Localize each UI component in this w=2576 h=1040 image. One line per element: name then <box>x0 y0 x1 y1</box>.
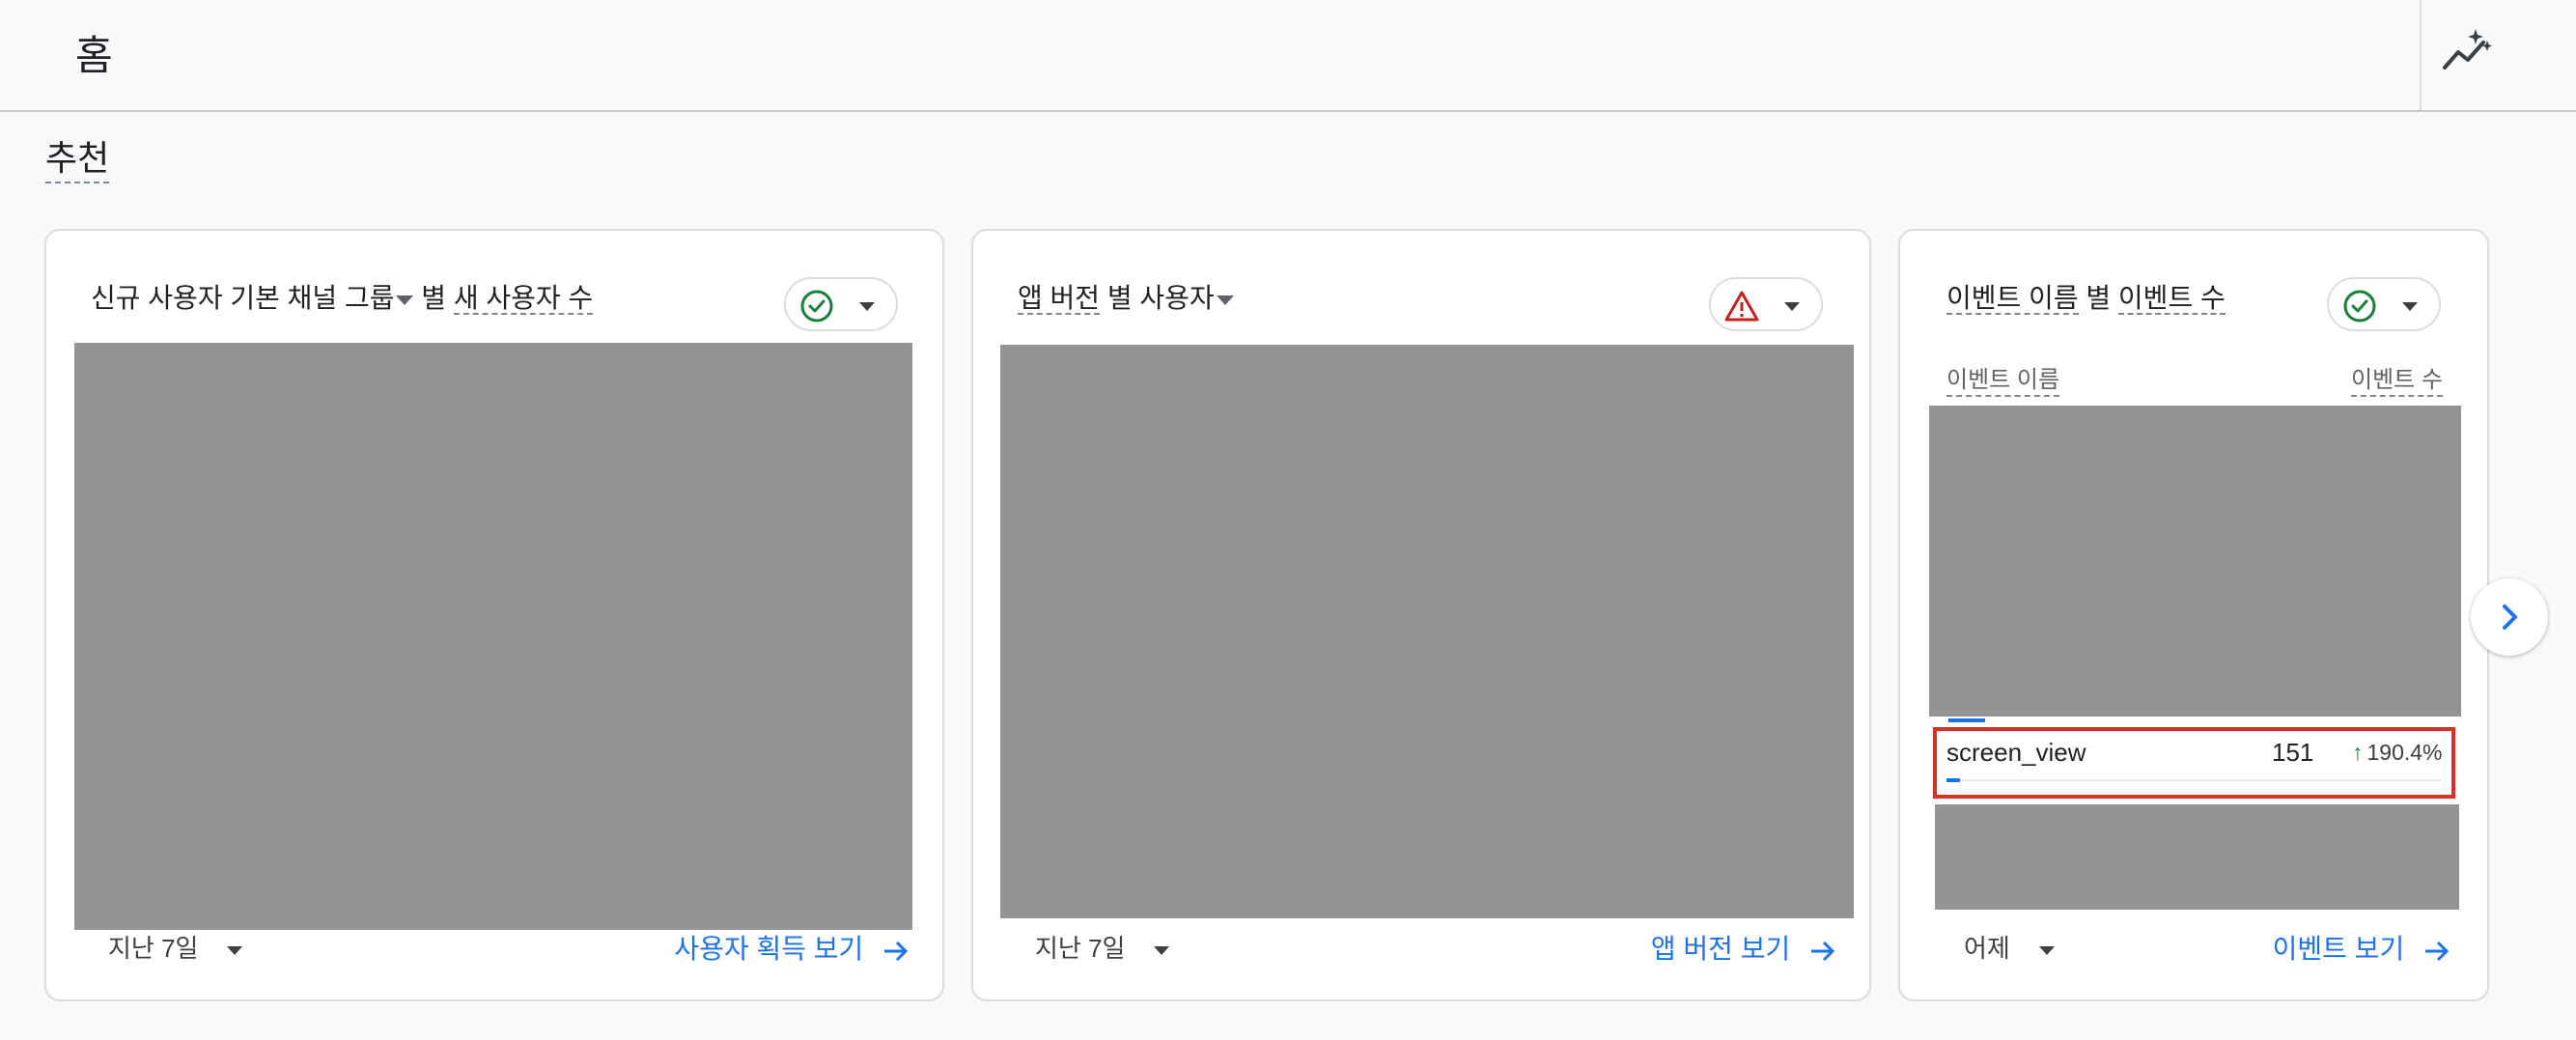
event-name-cell: screen_view <box>1946 738 2086 767</box>
metric-label[interactable]: 이벤트 수 <box>2117 283 2226 315</box>
header-divider <box>2420 0 2422 110</box>
chevron-down-icon <box>1154 945 1170 955</box>
view-user-acquisition-link[interactable]: 사용자 획득 보기 <box>674 928 910 967</box>
card-new-users-by-channel: 신규 사용자 기본 채널 그룹 별 새 사용자 수 지난 7일 사용자 획득 보… <box>44 229 944 1001</box>
top-bar: 홈 <box>0 0 2576 112</box>
dimension-label[interactable]: 앱 버전 <box>1018 283 1101 315</box>
warning-triangle-icon <box>1724 291 1759 322</box>
arrow-up-icon: ↑ <box>2352 740 2364 765</box>
table-rows-placeholder <box>1929 406 2461 717</box>
chevron-down-icon <box>859 302 875 311</box>
row-share-bar <box>1948 718 1985 722</box>
page-title: 홈 <box>75 33 113 78</box>
column-header-event-name[interactable]: 이벤트 이름 <box>1946 366 2060 397</box>
status-button[interactable] <box>1709 277 1823 331</box>
chevron-right-icon <box>2503 604 2517 630</box>
title-joiner: 별 <box>2086 283 2112 313</box>
metric-label[interactable]: 새 사용자 수 <box>453 283 594 315</box>
card-users-by-app-version: 앱 버전 별 사용자 지난 7일 앱 버전 보기 <box>971 229 1871 1001</box>
chart-placeholder <box>74 343 912 930</box>
title-joiner: 별 <box>1106 283 1133 313</box>
card-title: 앱 버전 별 사용자 <box>1018 277 1234 316</box>
chart-placeholder <box>1000 345 1854 918</box>
chevron-down-icon <box>1216 295 1234 305</box>
status-button[interactable] <box>2327 277 2441 331</box>
date-range-selector[interactable]: 어제 <box>1964 929 2055 965</box>
dimension-label[interactable]: 이벤트 이름 <box>1946 283 2079 315</box>
chevron-down-icon <box>227 945 243 955</box>
section-title: 추천 <box>45 137 110 183</box>
row-share-bar <box>1946 778 1960 782</box>
insights-sparkle-icon[interactable] <box>2439 25 2497 77</box>
status-button[interactable] <box>784 277 898 331</box>
event-count-cell: 151 <box>2272 738 2314 767</box>
chevron-down-icon <box>396 295 414 305</box>
metric-selector[interactable]: 사용자 <box>1139 283 1234 313</box>
arrow-right-icon <box>2425 941 2450 961</box>
chevron-down-icon <box>1784 302 1800 311</box>
dimension-selector[interactable]: 신규 사용자 기본 채널 그룹 <box>91 283 414 313</box>
chevron-down-icon <box>2402 302 2418 311</box>
arrow-right-icon <box>1811 941 1835 961</box>
view-app-version-link[interactable]: 앱 버전 보기 <box>1651 928 1836 967</box>
table-rows-placeholder <box>1935 804 2459 910</box>
row-share-track <box>1946 779 2441 781</box>
title-joiner: 별 <box>421 283 447 313</box>
date-range-selector[interactable]: 지난 7일 <box>108 929 243 965</box>
check-circle-icon <box>800 290 833 323</box>
next-cards-button[interactable] <box>2471 578 2548 656</box>
date-range-selector[interactable]: 지난 7일 <box>1035 929 1170 965</box>
change-percent-cell: ↑ 190.4% <box>2352 740 2443 765</box>
view-events-link[interactable]: 이벤트 보기 <box>2273 928 2450 967</box>
column-header-event-count[interactable]: 이벤트 수 <box>2351 366 2443 397</box>
check-circle-icon <box>2343 290 2376 323</box>
card-title: 이벤트 이름 별 이벤트 수 <box>1946 277 2226 316</box>
chevron-down-icon <box>2038 945 2055 955</box>
card-title: 신규 사용자 기본 채널 그룹 별 새 사용자 수 <box>91 277 594 316</box>
arrow-right-icon <box>884 941 909 961</box>
